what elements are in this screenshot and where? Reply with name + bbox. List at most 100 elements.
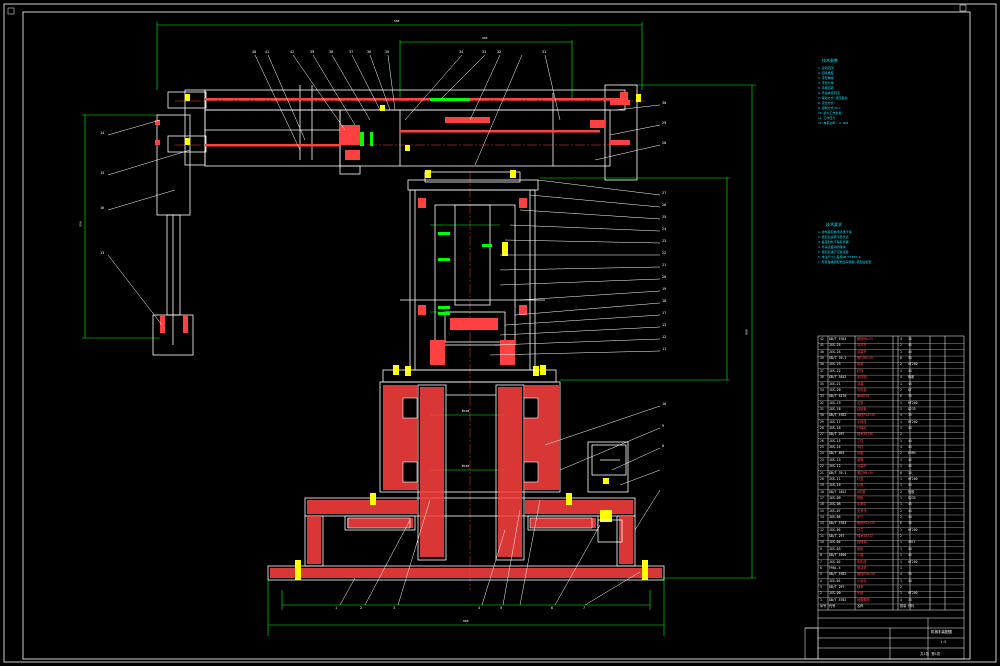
parts-list-cell: Y90L-4 <box>829 565 841 570</box>
parts-list-cell: 缸筒 <box>857 483 864 488</box>
parts-list-row: 16 JXS-08 手腕缸 1 45 <box>818 502 964 507</box>
parts-list-cell: 2 <box>900 387 902 392</box>
parts-list-cell: 19 <box>820 483 824 488</box>
part-number-left-0: 14 <box>100 131 105 135</box>
parts-list-row: 10 JXS-04 回转轴 1 40Cr <box>818 540 964 545</box>
parts-list-cell: 29 <box>820 419 824 424</box>
drawing-scale: 1:5 <box>940 640 947 644</box>
dim-base-width: 800 <box>463 619 469 623</box>
parts-list-row: 12 JXS-05 法兰 1 HT200 <box>818 528 964 533</box>
parts-list-row: 3 GB/T 297 轴承 2 <box>818 585 964 590</box>
parts-list-row: 8 GB/T 1096 平键 1 45 <box>818 553 964 558</box>
parts-list-cell: 电机座 <box>857 559 867 564</box>
parts-list-cell: JXS-08 <box>829 502 841 507</box>
parts-list-cell: 35 <box>908 572 912 577</box>
parts-list-cell: 2 <box>820 591 822 596</box>
dim-top-overall: 500 <box>394 19 400 23</box>
parts-list-cell: 轴承30212 <box>857 534 873 539</box>
part-number-right-15: 12 <box>662 335 667 339</box>
parts-list-row: 39 GB/T 70.1 螺钉M6×20 8 35 <box>818 356 964 361</box>
parts-list-cell: JXS-23 <box>829 362 841 367</box>
parts-list-cell: 2 <box>900 451 902 456</box>
parts-list-cell: JXS-06 <box>829 515 841 519</box>
parts-list-row: 9 JXS-03 齿轮 1 45 <box>818 547 964 552</box>
parts-list-cell: JXS-25 <box>829 343 841 348</box>
parts-list-cell: 4 <box>900 375 902 380</box>
parts-list-cell: 1 <box>900 578 902 583</box>
parts-list-cell: 回转轴 <box>857 540 867 545</box>
parts-list-cell: GB/T 3452 <box>829 375 847 380</box>
parts-list-cell: 30 <box>820 413 824 418</box>
parts-list-row: 15 JXS-07 夹紧块 2 45 <box>818 509 964 514</box>
parts-list-cell: 1 <box>900 527 902 532</box>
parts-list-cell: GB/T 70.1 <box>829 470 847 475</box>
parts-list-cell: 45 <box>908 515 912 519</box>
parts-list-cell: 导柱 <box>857 445 864 450</box>
parts-list-cell: 活塞杆 <box>857 464 867 469</box>
parts-list-cell: 41 <box>820 343 824 348</box>
parts-list-row: 42 GB/T 5783 螺栓M8×25 4 35 <box>818 337 964 342</box>
parts-list-cell: 45 <box>908 349 912 354</box>
parts-list-cell: 2 <box>900 515 902 519</box>
notes-bottom-lines: 1.零件装配前须清洗干净 2.装配后运转平稳灵活 3.各密封处不得有泄漏 4.外露表面… <box>818 230 871 265</box>
parts-list-cell: 14 <box>820 515 824 519</box>
part-number-top-6: 36 <box>367 50 372 54</box>
parts-list-cell: 1 <box>900 400 902 405</box>
parts-list-cell: 1 <box>900 502 902 507</box>
parts-list-cell: 7 <box>820 559 822 564</box>
part-number-top-3: 39 <box>310 50 315 54</box>
parts-list-cell: 45 <box>908 508 912 513</box>
parts-list-cell: GB/T 893 <box>829 451 845 456</box>
parts-list-cell: 45 <box>908 368 912 373</box>
part-number-right-8: 22 <box>662 251 667 255</box>
parts-list-cell: 15 <box>820 508 824 513</box>
parts-list-cell: 4 <box>900 445 902 450</box>
parts-list-cell: 升降缸 <box>857 426 867 430</box>
parts-list-cell: 1 <box>900 368 902 373</box>
drawing-name: 机械手装配图 <box>931 630 952 634</box>
part-number-right-6: 24 <box>662 227 667 231</box>
part-number-right-13: 17 <box>662 311 667 315</box>
part-number-right-11: 19 <box>662 287 667 291</box>
parts-list-cell: 8 <box>820 553 822 558</box>
notes-top-title: 技术参数 <box>822 58 838 63</box>
part-number-right-14: 13 <box>662 323 667 327</box>
parts-list-cell: 10 <box>820 540 824 545</box>
parts-list-cell: 25 <box>820 445 824 450</box>
parts-list-cell: JXS-09 <box>829 495 841 500</box>
parts-list-cell: 轴承 <box>857 584 864 589</box>
part-number-top-4: 38 <box>329 50 334 54</box>
parts-list-cell: JXS-21 <box>829 381 841 386</box>
parts-list-cell: GB/T 70.1 <box>829 356 847 361</box>
parts-list-row: 29 JXS-17 手臂座 1 HT200 <box>818 420 964 425</box>
parts-list-cell: 4 <box>900 597 902 602</box>
part-number-left-3: 13 <box>100 251 105 255</box>
parts-list-cell: JXS-05 <box>829 527 841 532</box>
parts-list-cell: 螺钉M6×20 <box>857 356 873 361</box>
parts-list-cell: 2 <box>900 343 902 348</box>
parts-list-cell: 35 <box>908 597 912 602</box>
parts-list-cell: 8 <box>900 356 902 361</box>
parts-list-cell: 65Mn <box>908 451 916 456</box>
corner-mark-tr <box>959 4 967 12</box>
parts-list-cell: 夹紧块 <box>857 508 867 513</box>
part-number-bottom-2: 3 <box>393 606 396 610</box>
part-number-bottom-1: 2 <box>360 606 363 610</box>
dim-top-inner: 300 <box>482 36 488 40</box>
parts-list-cell: 1 <box>900 406 902 411</box>
arm-hatch <box>205 92 630 160</box>
parts-list-cell: 45 <box>908 426 912 430</box>
parts-list-cell: 13 <box>820 521 824 526</box>
lift-hatch <box>418 198 527 365</box>
parts-list-cell: JXS-16 <box>829 426 841 430</box>
parts-list-row: 14 JXS-06 手爪 2 45 <box>818 515 964 520</box>
parts-list-cell: JXS-04 <box>829 540 841 545</box>
part-number-bottom-3: 4 <box>478 606 481 610</box>
parts-list-cell: 8 <box>900 470 902 475</box>
parts-list-cell: HT200 <box>908 362 918 367</box>
dim-column-mid: Φ100 <box>462 409 470 413</box>
parts-list-cell: JXS-19 <box>829 400 841 405</box>
parts-list-cell: 1 <box>900 546 902 551</box>
parts-list-cell: JXS-22 <box>829 368 841 373</box>
parts-list-row: 34 JXS-20 导向套 2 QT <box>818 388 964 393</box>
